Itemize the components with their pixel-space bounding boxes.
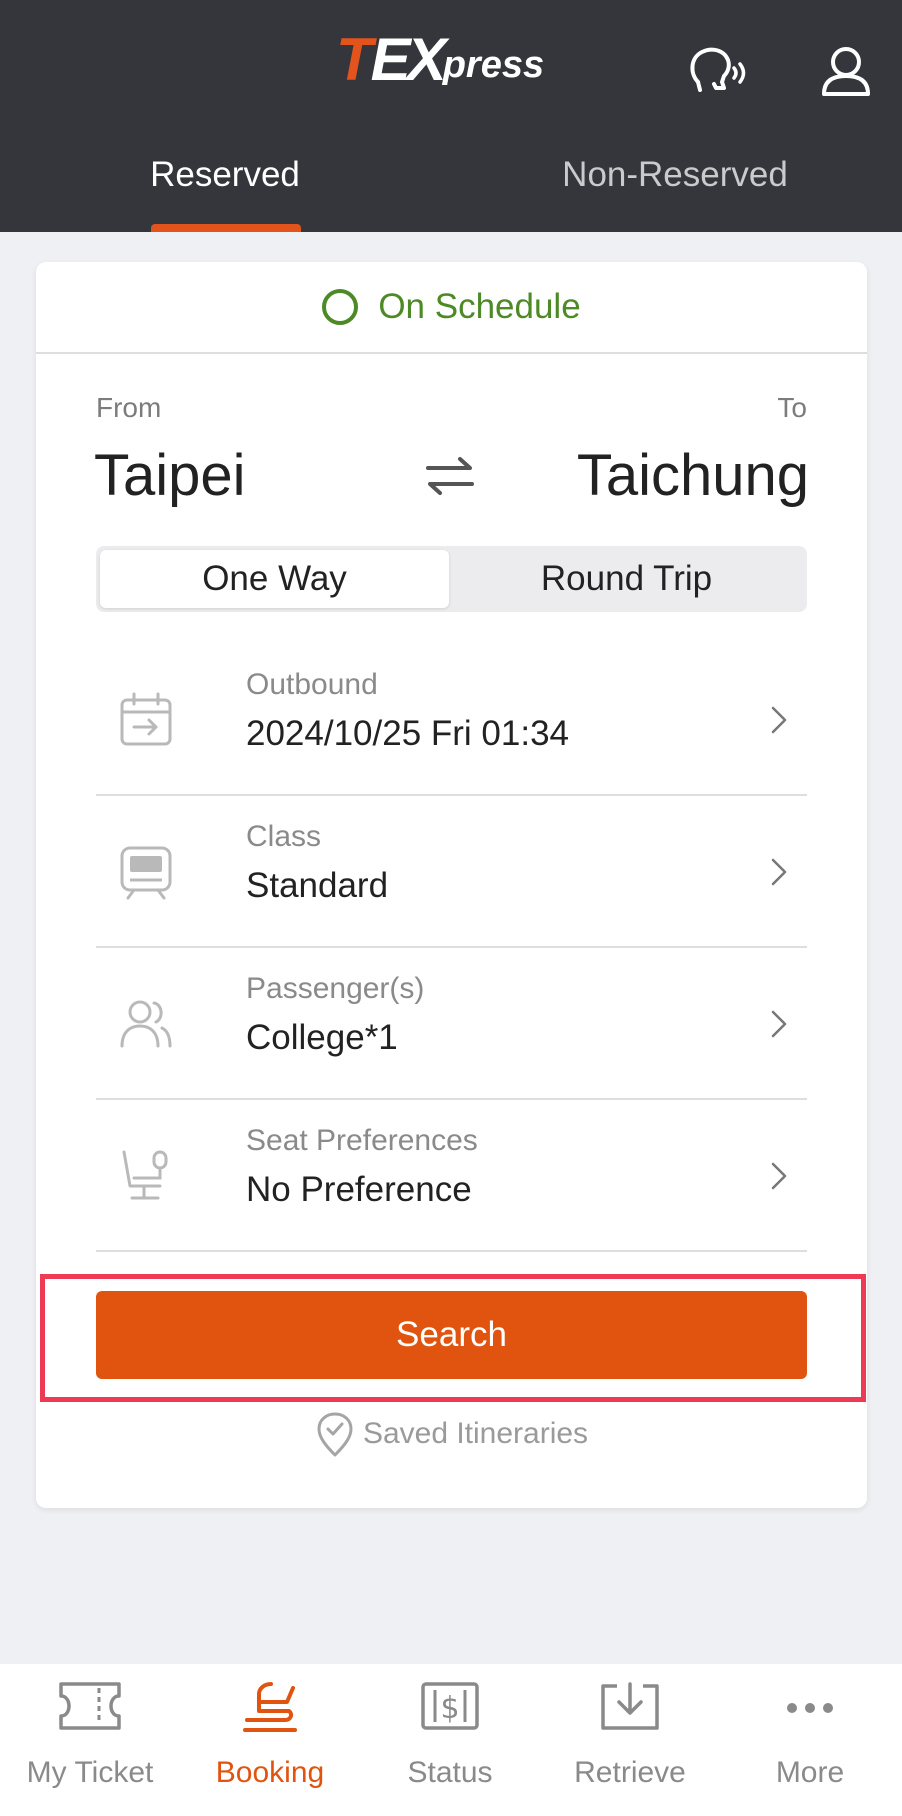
outbound-row[interactable]: Outbound 2024/10/25 Fri 01:34	[96, 644, 807, 796]
trip-type-selector: One Way Round Trip	[96, 546, 807, 612]
round-trip-option[interactable]: Round Trip	[452, 550, 801, 608]
search-button[interactable]: Search	[96, 1291, 807, 1379]
to-station[interactable]: Taichung	[577, 442, 809, 509]
passengers-value: College*1	[246, 1018, 398, 1057]
ticket-icon	[59, 1682, 121, 1730]
more-icon	[787, 1703, 833, 1713]
saved-itineraries-link[interactable]: Saved Itineraries	[36, 1410, 867, 1458]
nav-retrieve[interactable]: Retrieve	[540, 1664, 720, 1816]
class-value: Standard	[246, 866, 389, 905]
logo-t: T	[336, 26, 373, 93]
voice-assistant-icon[interactable]	[686, 44, 750, 100]
logo-ex: EX	[370, 26, 447, 93]
download-icon	[601, 1682, 659, 1730]
class-row[interactable]: Class Standard	[96, 796, 807, 948]
bottom-navigation: My Ticket Booking $ Status Retrieve More	[0, 1664, 902, 1816]
active-tab-indicator	[151, 224, 301, 232]
texpress-logo: T EX press	[336, 30, 586, 90]
seat-booking-icon	[243, 1682, 297, 1732]
one-way-option[interactable]: One Way	[100, 550, 449, 608]
nav-my-ticket[interactable]: My Ticket	[0, 1664, 180, 1816]
nav-label: Booking	[215, 1756, 325, 1789]
to-label: To	[777, 392, 807, 423]
train-icon	[116, 842, 176, 902]
passengers-icon	[116, 994, 176, 1054]
tab-non-reserved[interactable]: Non-Reserved	[520, 150, 830, 200]
status-text: On Schedule	[378, 287, 581, 326]
nav-label: More	[775, 1756, 845, 1789]
chevron-right-icon	[769, 854, 789, 890]
passengers-label: Passenger(s)	[246, 972, 425, 1005]
nav-label: Status	[407, 1756, 493, 1789]
booking-card: On Schedule From To Taipei Taichung One …	[36, 262, 867, 1508]
seat-preferences-row[interactable]: Seat Preferences No Preference	[96, 1100, 807, 1252]
location-check-icon	[317, 1412, 353, 1457]
calendar-icon	[116, 690, 176, 750]
from-label: From	[96, 392, 162, 423]
nav-label: My Ticket	[26, 1756, 154, 1789]
status-circle-icon	[322, 289, 359, 325]
nav-status[interactable]: $ Status	[360, 1664, 540, 1816]
seat-icon	[116, 1146, 176, 1206]
status-icon: $	[421, 1682, 479, 1730]
from-station[interactable]: Taipei	[94, 442, 246, 509]
svg-text:$: $	[440, 1691, 459, 1726]
seat-preferences-value: No Preference	[246, 1170, 472, 1209]
schedule-status: On Schedule	[36, 262, 867, 354]
outbound-label: Outbound	[246, 668, 378, 701]
chevron-right-icon	[769, 1158, 789, 1194]
chevron-right-icon	[769, 702, 789, 738]
nav-label: Retrieve	[574, 1756, 686, 1789]
nav-booking[interactable]: Booking	[180, 1664, 360, 1816]
nav-more[interactable]: More	[720, 1664, 900, 1816]
class-label: Class	[246, 820, 322, 853]
user-icon[interactable]	[814, 44, 878, 100]
logo-press: press	[442, 44, 545, 86]
tab-reserved[interactable]: Reserved	[100, 150, 350, 200]
outbound-value: 2024/10/25 Fri 01:34	[246, 714, 570, 753]
app-header: T EX press Reserved Non-Reserved	[0, 0, 902, 232]
swap-stations-icon[interactable]	[424, 452, 476, 500]
seat-preferences-label: Seat Preferences	[246, 1124, 478, 1157]
passengers-row[interactable]: Passenger(s) College*1	[96, 948, 807, 1100]
saved-itineraries-label: Saved Itineraries	[362, 1417, 589, 1450]
chevron-right-icon	[769, 1006, 789, 1042]
